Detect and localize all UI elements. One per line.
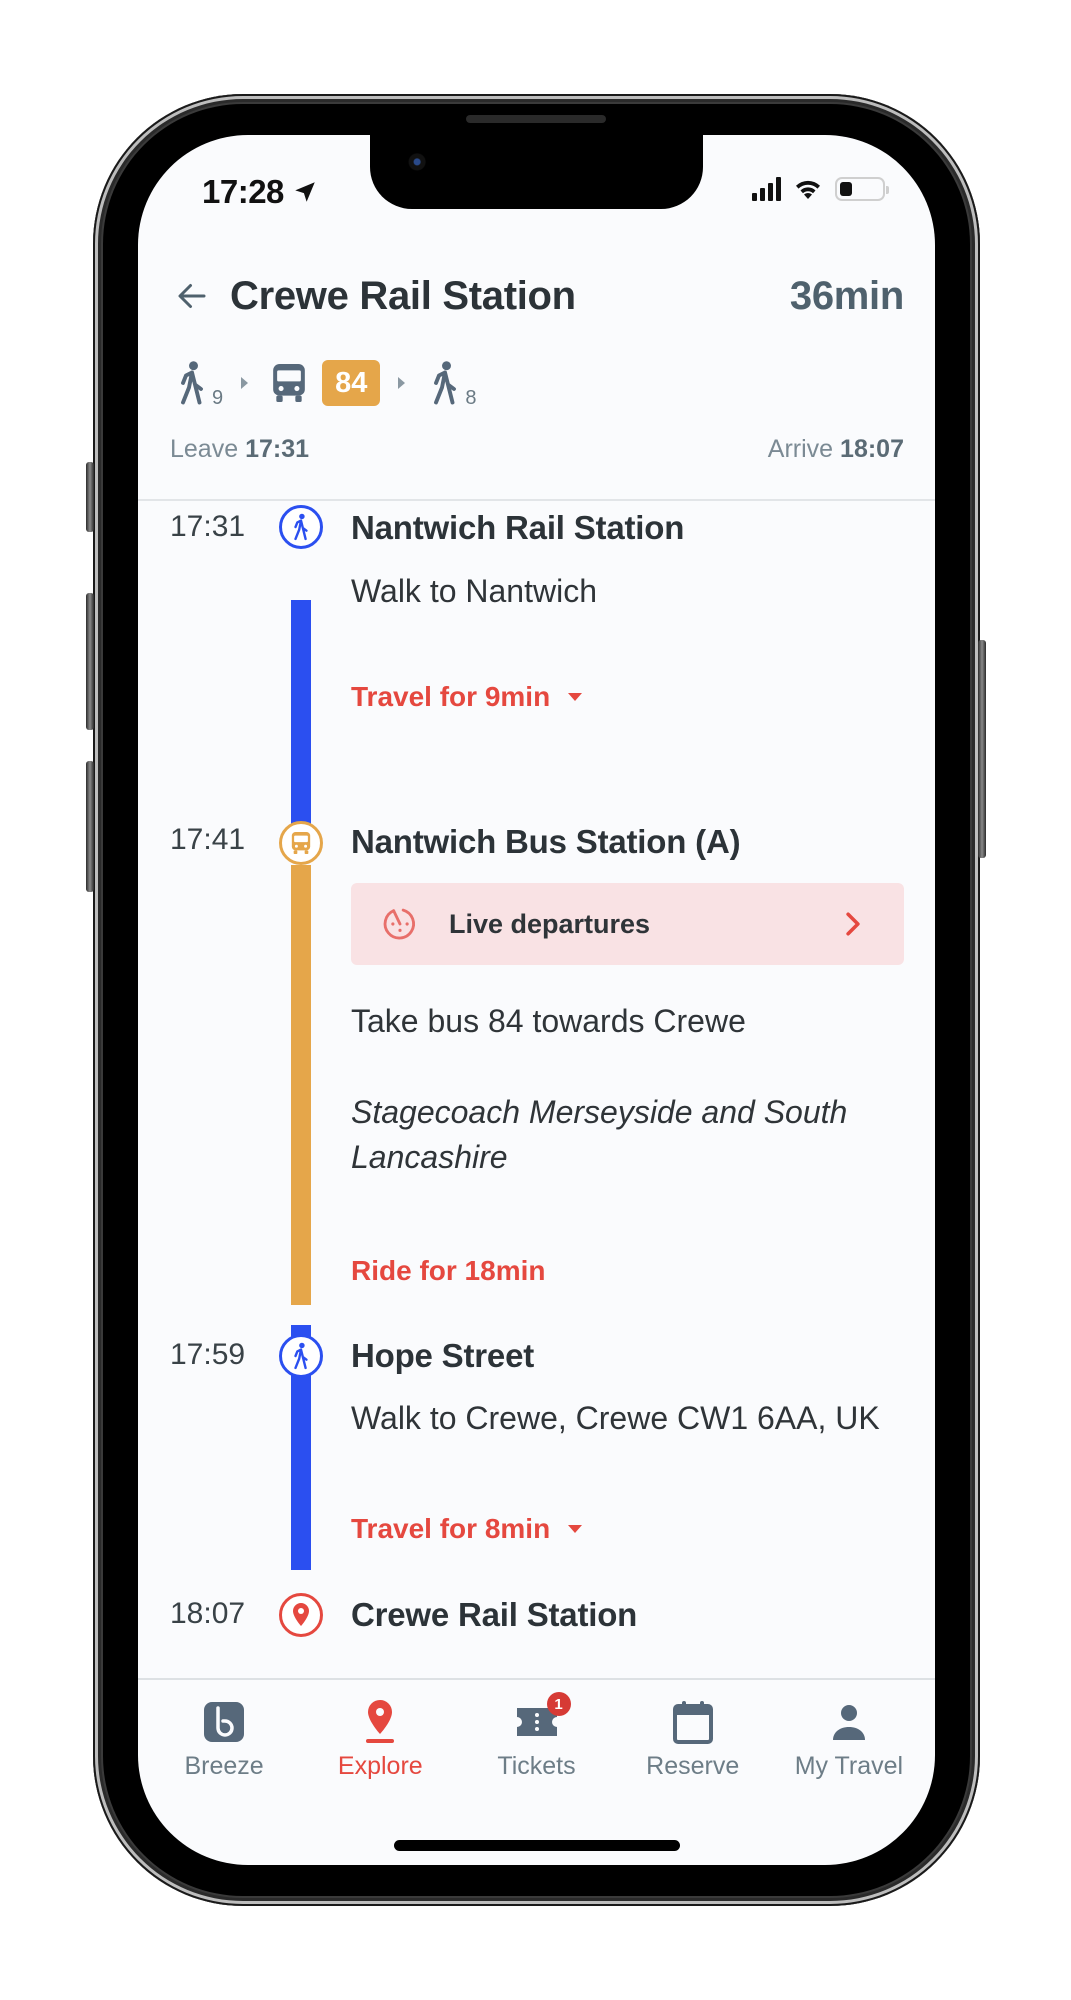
nav-label: Breeze xyxy=(184,1752,264,1780)
caret-down-icon xyxy=(568,1525,583,1533)
arrive-time-value: 18:07 xyxy=(840,435,904,463)
volume-down-button xyxy=(86,761,94,892)
destination-node xyxy=(279,1593,323,1637)
caret-down-icon xyxy=(568,693,583,701)
nav-item-explore[interactable]: Explore xyxy=(302,1680,458,1800)
stop-time: 17:41 xyxy=(170,823,246,856)
page-title: Crewe Rail Station xyxy=(230,273,576,318)
live-departures-label: Live departures xyxy=(449,908,651,939)
stop-description: Walk to Crewe, Crewe CW1 6AA, UK xyxy=(351,1400,880,1436)
bus-operator: Stagecoach Merseyside and South Lancashi… xyxy=(351,1094,848,1175)
nav-label: Tickets xyxy=(497,1752,576,1780)
power-button xyxy=(978,640,986,858)
stop-description: Walk to Nantwich xyxy=(351,573,597,609)
bus-segment-line xyxy=(291,865,311,1305)
travel-duration-toggle[interactable]: Travel for 9min xyxy=(351,681,583,713)
travel-label: Travel for 9min xyxy=(351,681,551,712)
status-bar-indicators xyxy=(752,177,889,201)
walk-minutes: 8 xyxy=(465,387,477,409)
stop-time: 17:31 xyxy=(170,510,246,543)
leave-time-value: 17:31 xyxy=(245,435,310,463)
walk-segment-line xyxy=(291,600,311,850)
stop-name: Crewe Rail Station xyxy=(351,1596,638,1633)
stop-description: Take bus 84 towards Crewe xyxy=(351,1003,746,1039)
battery-level xyxy=(840,182,852,196)
header-title-row: Crewe Rail Station 36min xyxy=(174,270,904,322)
arrive-label: Arrive xyxy=(767,435,834,463)
nav-item-reserve[interactable]: Reserve xyxy=(615,1680,771,1800)
header-divider xyxy=(138,499,935,501)
front-camera xyxy=(405,152,427,174)
status-bar-time: 17:28 xyxy=(202,173,318,211)
clock-refresh-icon xyxy=(383,908,415,940)
breeze-logo-icon xyxy=(200,1698,248,1746)
stop-name: Nantwich Bus Station (A) xyxy=(351,823,741,860)
map-pin-icon xyxy=(356,1698,404,1746)
walk-icon xyxy=(434,361,457,405)
calendar-icon xyxy=(669,1698,717,1746)
earpiece-speaker xyxy=(466,115,606,123)
nav-item-my-travel[interactable]: My Travel xyxy=(771,1680,927,1800)
nav-label: Explore xyxy=(337,1752,423,1780)
leave-arrive-row: Leave 17:31 Arrive 18:07 xyxy=(170,435,904,464)
walk-icon xyxy=(181,361,203,405)
mode-walk-2: 8 xyxy=(427,360,477,409)
battery-icon xyxy=(835,177,889,201)
stop-time: 17:59 xyxy=(170,1338,246,1371)
nav-item-tickets[interactable]: 1 Tickets xyxy=(458,1680,614,1800)
stop-name: Nantwich Rail Station xyxy=(351,509,685,546)
arrow-left-icon xyxy=(178,284,206,308)
travel-duration-toggle[interactable]: Travel for 8min xyxy=(351,1513,583,1545)
bus-node xyxy=(279,821,323,865)
app-screen: 17:28 Crewe Rail Station 36min 9 84 8 Le… xyxy=(138,135,935,1865)
chevron-right-icon xyxy=(846,912,860,936)
home-indicator[interactable] xyxy=(394,1840,680,1851)
mode-walk-1: 9 xyxy=(174,360,223,409)
walk-icon xyxy=(294,513,308,541)
location-arrow-icon xyxy=(295,182,315,202)
leave-time: Leave 17:31 xyxy=(170,435,309,464)
nav-label: My Travel xyxy=(794,1752,904,1780)
chevron-right-icon xyxy=(241,377,249,389)
clock-text: 17:28 xyxy=(202,173,284,210)
trip-duration: 36min xyxy=(789,273,904,318)
live-departures-button[interactable]: Live departures xyxy=(351,883,904,965)
route-number-badge: 84 xyxy=(322,360,381,406)
journey-modes-summary: 9 84 8 xyxy=(174,355,477,411)
bottom-nav: Breeze Explore 1 Tickets Reserve My Trav… xyxy=(138,1680,935,1800)
map-pin-icon xyxy=(293,1603,309,1626)
leave-label: Leave xyxy=(170,435,239,463)
chevron-right-icon xyxy=(398,377,406,389)
ticket-icon: 1 xyxy=(513,1692,571,1746)
person-icon xyxy=(825,1698,873,1746)
walk-node xyxy=(279,1334,323,1378)
bus-icon xyxy=(291,832,311,854)
wifi-icon xyxy=(796,180,820,199)
silent-switch xyxy=(86,462,94,532)
volume-up-button xyxy=(86,593,94,730)
walk-minutes: 9 xyxy=(212,387,224,409)
arrive-time: Arrive 18:07 xyxy=(768,435,904,464)
travel-label: Travel for 8min xyxy=(351,1513,551,1544)
ride-duration-label: Ride for 18min xyxy=(351,1255,546,1286)
tickets-count-badge: 1 xyxy=(546,1692,571,1716)
nav-label: Reserve xyxy=(646,1752,740,1780)
back-button[interactable] xyxy=(174,278,210,314)
stop-name: Hope Street xyxy=(351,1337,535,1374)
nav-item-breeze[interactable]: Breeze xyxy=(146,1680,302,1800)
walk-node xyxy=(279,505,323,549)
stop-time: 18:07 xyxy=(170,1597,246,1630)
cellular-signal-icon xyxy=(752,177,781,201)
walk-icon xyxy=(294,1342,308,1370)
bus-icon xyxy=(273,364,305,402)
